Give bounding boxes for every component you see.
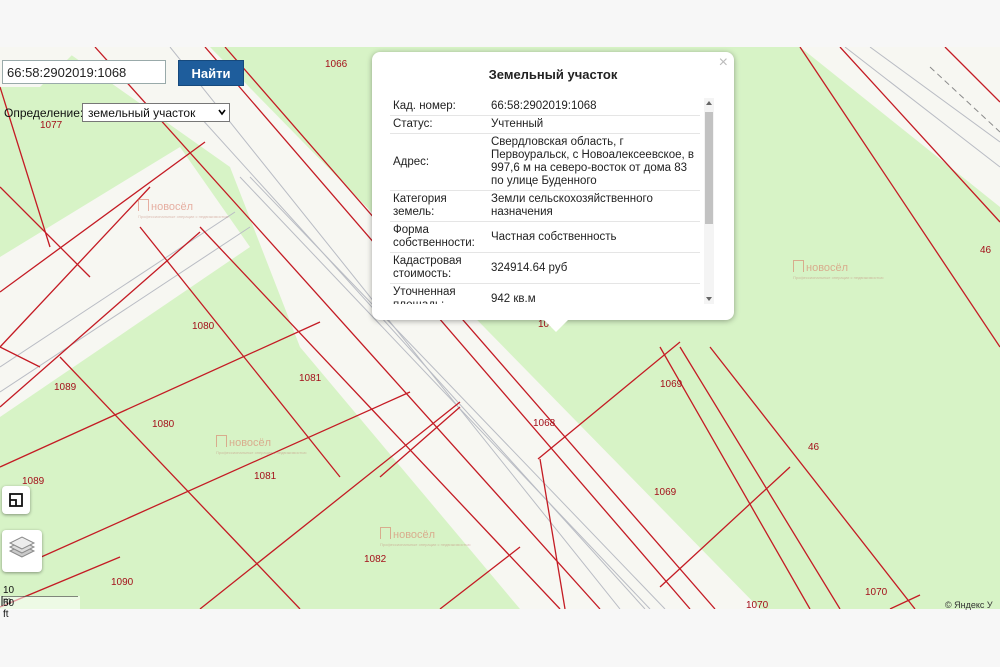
row-value: Учтенный [483, 115, 700, 134]
boundary [537, 341, 681, 460]
row-key: Адрес: [390, 133, 483, 191]
road [800, 47, 1000, 207]
cadastral-search-input[interactable] [2, 60, 166, 84]
plot-label: 1069 [660, 379, 683, 390]
close-icon[interactable]: × [719, 54, 728, 72]
row-key: Форма собственности: [390, 221, 483, 253]
plot-label: 1089 [54, 382, 77, 393]
ruler-button[interactable] [2, 486, 30, 514]
parcel-info-popup: Земельный участок × Кад. номер: 66:58:29… [372, 52, 734, 332]
plot-label: 46 [808, 442, 820, 453]
plot-label: 1081 [299, 373, 322, 384]
boundary [29, 391, 411, 563]
house-icon [380, 527, 391, 539]
table-row: Кадастровая стоимость: 324914.64 руб [390, 252, 700, 284]
chevron-down-icon [218, 109, 226, 116]
scroll-down-arrow-icon[interactable] [706, 297, 712, 301]
plot-label: 1082 [364, 554, 387, 565]
row-value: 324914.64 руб [483, 252, 700, 284]
row-key: Кад. номер: [393, 100, 456, 112]
row-value: Земли сельскохозяйственного назначения [483, 190, 700, 222]
definition-selected-value: земельный участок [88, 106, 196, 120]
scale-imperial-label: 50 ft [3, 598, 15, 620]
parcel-info-table: Кад. номер: 66:58:2902019:1068 Статус: У… [390, 98, 700, 304]
plot-label: 1066 [325, 59, 348, 70]
house-icon [793, 260, 804, 272]
plot-label: 1090 [111, 577, 134, 588]
row-value: 66:58:2902019:1068 [491, 100, 597, 112]
watermark: новосёл Профессиональные операции с недв… [793, 260, 884, 280]
plot-label: 1070 [746, 600, 769, 609]
table-row: Уточненная площадь: 942 кв.м [390, 283, 700, 304]
popup-body[interactable]: Кад. номер: 66:58:2902019:1068 Статус: У… [390, 98, 716, 304]
house-icon [138, 199, 149, 211]
find-button[interactable]: Найти [178, 60, 244, 86]
watermark: новосёл Профессиональные операции с недв… [380, 527, 471, 547]
table-row: Адрес: Свердловская область, г Первоурал… [390, 133, 700, 191]
table-row: Категория земель: Земли сельскохозяйстве… [390, 190, 700, 222]
plot-label: 1070 [865, 587, 888, 598]
plot-label: 1077 [40, 120, 63, 131]
table-row: Форма собственности: Частная собственнос… [390, 221, 700, 253]
row-key: Уточненная площадь: [390, 283, 483, 304]
plot-label: 1080 [192, 321, 215, 332]
road [0, 147, 250, 417]
boundary [709, 346, 916, 609]
scroll-up-arrow-icon[interactable] [706, 101, 712, 105]
layers-icon [8, 536, 36, 558]
row-key: Категория земель: [390, 190, 483, 222]
row-value: Свердловская область, г Первоуральск, с … [483, 133, 700, 191]
ruler-icon [9, 493, 23, 507]
plot-label: 1068 [533, 418, 556, 429]
row-key: Статус: [390, 115, 483, 134]
definition-label: Определение: [4, 106, 84, 120]
table-row: Статус: Учтенный [390, 115, 700, 134]
row-key: Кадастровая стоимость: [390, 252, 483, 284]
map-copyright: © Яндекс У [945, 600, 993, 610]
plot-label: 1069 [654, 487, 677, 498]
layers-button[interactable] [2, 530, 42, 572]
table-row: Кад. номер: 66:58:2902019:1068 [390, 98, 700, 116]
scrollbar-thumb[interactable] [705, 112, 713, 224]
boundary [199, 401, 461, 609]
definition-select[interactable]: земельный участок [82, 103, 230, 122]
plot-label: 1080 [152, 419, 175, 430]
row-value: 942 кв.м [483, 283, 700, 304]
popup-title: Земельный участок [488, 67, 618, 82]
row-value: Частная собственность [483, 221, 700, 253]
plot-label: 46 [980, 245, 992, 256]
boundary [59, 356, 301, 609]
watermark: новосёл Профессиональные операции с недв… [138, 199, 229, 219]
popup-scrollbar[interactable] [704, 98, 714, 304]
watermark: новосёл Профессиональные операции с недв… [216, 435, 307, 455]
house-icon [216, 435, 227, 447]
popup-pointer [544, 320, 568, 332]
plot-label: 1081 [254, 471, 277, 482]
